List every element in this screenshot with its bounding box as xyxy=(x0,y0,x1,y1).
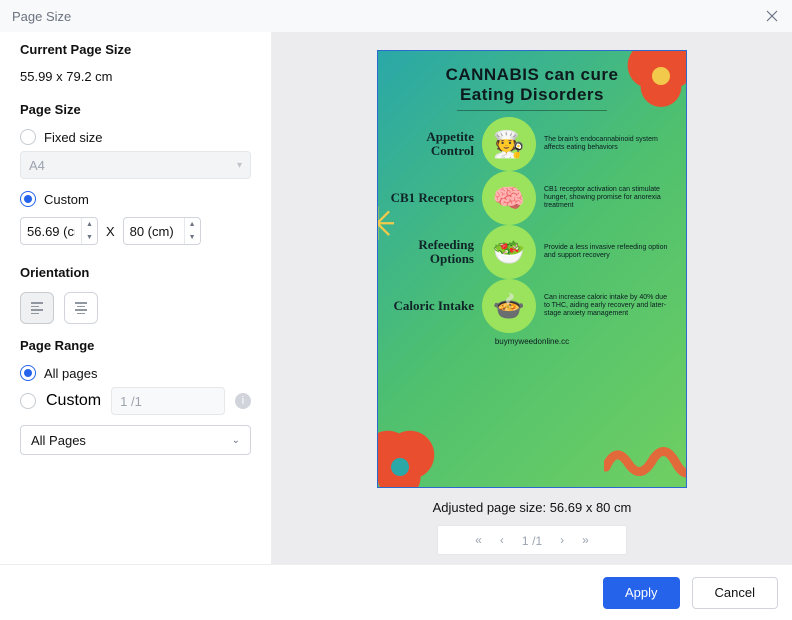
height-down-icon[interactable]: ▼ xyxy=(185,231,200,244)
current-size-value: 55.99 x 79.2 cm xyxy=(20,69,251,84)
illustration-icon: 🥗 xyxy=(482,225,536,279)
dimension-x: X xyxy=(106,224,115,239)
poster-row: CB1 Receptors 🧠 CB1 receptor activation … xyxy=(390,171,674,225)
pager: « ‹ 1 /1 › » xyxy=(437,525,627,555)
illustration-icon: 🍲 xyxy=(482,279,536,333)
close-icon[interactable] xyxy=(764,8,780,24)
squiggle-decoration-icon xyxy=(604,437,687,481)
adjusted-size-label: Adjusted page size: 56.69 x 80 cm xyxy=(433,500,632,515)
sun-decoration-icon xyxy=(377,211,408,255)
pager-prev-icon[interactable]: ‹ xyxy=(500,533,504,547)
pager-next-icon[interactable]: › xyxy=(560,533,564,547)
poster-row: Refeeding Options 🥗 Provide a less invas… xyxy=(390,225,674,279)
radio-all-pages[interactable] xyxy=(20,365,36,381)
orientation-label: Orientation xyxy=(20,265,251,280)
pager-page: 1 /1 xyxy=(522,533,542,548)
radio-custom-size[interactable] xyxy=(20,191,36,207)
illustration-icon: 🧠 xyxy=(482,171,536,225)
flower-decoration-icon xyxy=(626,50,687,111)
page-range-dropdown-value: All Pages xyxy=(31,433,86,448)
illustration-icon: 🧑‍🍳 xyxy=(482,117,536,171)
align-center-icon xyxy=(75,302,87,314)
width-down-icon[interactable]: ▼ xyxy=(82,231,97,244)
poster-footer: buymyweedonline.cc xyxy=(378,337,686,346)
window-title: Page Size xyxy=(12,9,71,24)
page-range-label: Page Range xyxy=(20,338,251,353)
page-size-label: Page Size xyxy=(20,102,251,117)
poster-row: Caloric Intake 🍲 Can increase caloric in… xyxy=(390,279,674,333)
cancel-button[interactable]: Cancel xyxy=(692,577,778,609)
page-range-dropdown[interactable]: All Pages ⌄ xyxy=(20,425,251,455)
chevron-down-icon: ⌄ xyxy=(232,435,240,446)
preview-panel: CANNABIS can cureEating Disorders Appeti… xyxy=(272,32,792,564)
pager-last-icon[interactable]: » xyxy=(582,533,589,547)
current-size-label: Current Page Size xyxy=(20,42,251,57)
apply-button[interactable]: Apply xyxy=(603,577,680,609)
poster-row: Appetite Control 🧑‍🍳 The brain's endocan… xyxy=(390,117,674,171)
orientation-landscape-button[interactable] xyxy=(64,292,98,324)
radio-custom-range[interactable] xyxy=(20,393,36,409)
info-icon[interactable]: i xyxy=(235,393,251,409)
flower-decoration-icon xyxy=(377,429,436,488)
height-input[interactable]: ▲▼ xyxy=(123,217,201,245)
pager-first-icon[interactable]: « xyxy=(475,533,482,547)
fixed-size-value: A4 xyxy=(29,158,45,173)
footer: Apply Cancel xyxy=(0,564,792,620)
custom-range-input xyxy=(111,387,225,415)
orientation-portrait-button[interactable] xyxy=(20,292,54,324)
page-preview: CANNABIS can cureEating Disorders Appeti… xyxy=(377,50,687,488)
settings-panel: Current Page Size 55.99 x 79.2 cm Page S… xyxy=(0,32,272,564)
divider xyxy=(457,110,607,111)
align-left-icon xyxy=(31,302,43,314)
width-field[interactable] xyxy=(21,224,81,239)
fixed-size-label: Fixed size xyxy=(44,130,103,145)
height-up-icon[interactable]: ▲ xyxy=(185,218,200,231)
width-up-icon[interactable]: ▲ xyxy=(82,218,97,231)
all-pages-label: All pages xyxy=(44,366,97,381)
custom-size-label: Custom xyxy=(44,192,89,207)
custom-range-label: Custom xyxy=(46,392,101,410)
chevron-down-icon: ▾ xyxy=(237,160,242,171)
height-field[interactable] xyxy=(124,224,184,239)
radio-fixed-size[interactable] xyxy=(20,129,36,145)
fixed-size-dropdown: A4 ▾ xyxy=(20,151,251,179)
width-input[interactable]: ▲▼ xyxy=(20,217,98,245)
